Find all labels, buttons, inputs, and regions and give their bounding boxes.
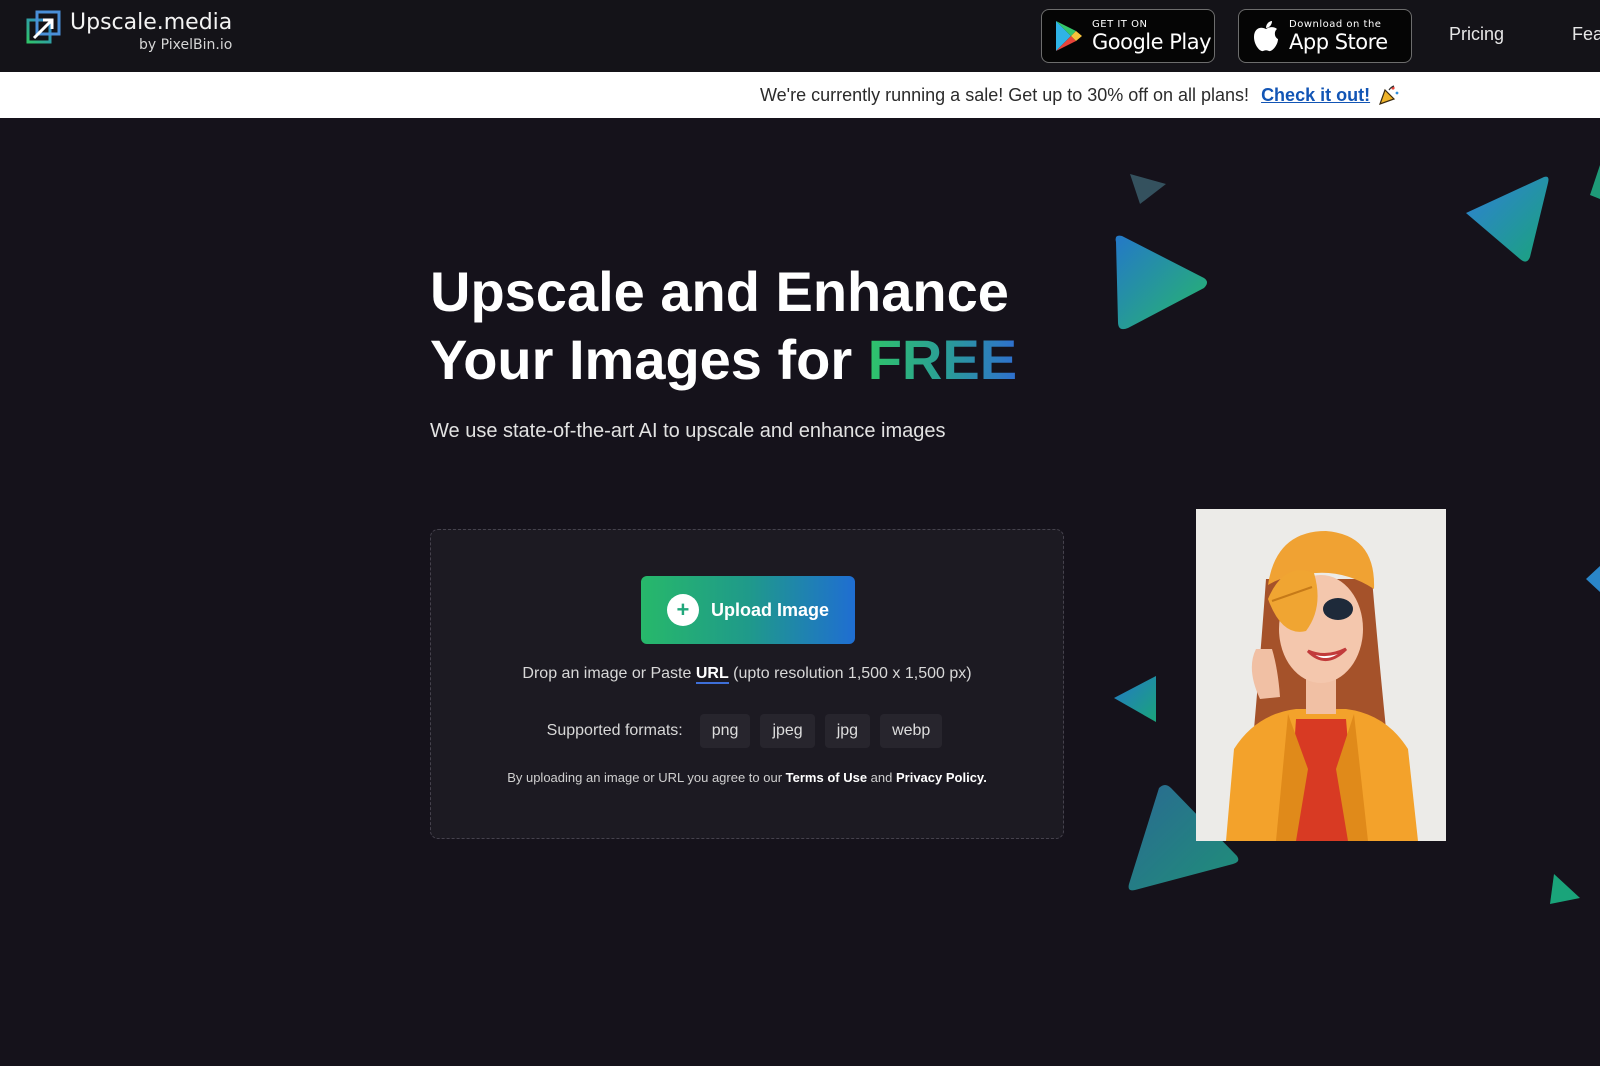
upload-dropzone[interactable]: + Upload Image Drop an image or Paste UR… — [430, 529, 1064, 839]
banner-text: We're currently running a sale! Get up t… — [760, 84, 1250, 105]
google-play-small: GET IT ON — [1092, 18, 1148, 30]
hero-title-free: FREE — [867, 328, 1018, 391]
format-chip: webp — [880, 714, 943, 748]
hero-title-line2: Your Images for — [430, 328, 868, 391]
hero-subtitle: We use state-of-the-art AI to upscale an… — [430, 420, 946, 442]
formats-label: Supported formats: — [546, 722, 683, 739]
legal-notice: By uploading an image or URL you agree t… — [431, 770, 1063, 785]
drop-instructions: Drop an image or Paste URL (upto resolut… — [431, 665, 1063, 684]
plus-icon: + — [666, 594, 699, 626]
decorative-triangle — [1130, 174, 1166, 204]
legal-prefix: By uploading an image or URL you agree t… — [507, 770, 786, 785]
format-chip: png — [699, 714, 751, 748]
logo-subtitle: by PixelBin.io — [139, 37, 233, 53]
decorative-triangle — [1115, 235, 1207, 330]
paste-url-link[interactable]: URL — [695, 665, 729, 684]
upload-image-button[interactable]: + Upload Image — [641, 576, 855, 644]
supported-formats: Supported formats: png jpeg jpg webp — [431, 714, 1063, 748]
drop-prefix: Drop an image or Paste — [522, 665, 696, 682]
sample-photo — [1196, 509, 1446, 841]
drop-suffix: (upto resolution 1,500 x 1,500 px) — [728, 665, 972, 682]
app-store-button[interactable]: Download on the App Store — [1238, 9, 1412, 63]
app-store-big: App Store — [1289, 29, 1388, 54]
woman-portrait-image — [1196, 509, 1446, 841]
nav-features[interactable]: Fea — [1572, 24, 1600, 45]
privacy-policy-link[interactable]: Privacy Policy. — [896, 770, 987, 785]
apple-icon — [1254, 21, 1278, 52]
decorative-triangle — [1550, 874, 1580, 904]
banner-check-it-out-link[interactable]: Check it out! — [1261, 85, 1370, 106]
hero-title: Upscale and Enhance Your Images for FREE — [430, 258, 1017, 394]
party-popper-icon — [1379, 85, 1399, 105]
sale-banner: We're currently running a sale! Get up t… — [0, 72, 1600, 118]
decorative-triangle — [1114, 676, 1156, 722]
decorative-triangle — [1586, 566, 1600, 592]
google-play-big: Google Play — [1092, 29, 1212, 54]
upload-button-label: Upload Image — [710, 599, 830, 620]
upscale-arrow-icon — [26, 10, 61, 44]
nav-pricing[interactable]: Pricing — [1449, 24, 1504, 45]
top-navbar: Upscale.media by PixelBin.io GET IT ON G… — [0, 0, 1600, 72]
format-chip: jpeg — [760, 714, 815, 748]
logo-name: Upscale.media — [70, 10, 233, 35]
format-chip: jpg — [824, 714, 871, 748]
decorative-triangle — [1466, 176, 1549, 262]
google-play-icon — [1056, 21, 1082, 51]
hero-title-line1: Upscale and Enhance — [430, 260, 1009, 323]
legal-and: and — [867, 770, 896, 785]
logo[interactable]: Upscale.media by PixelBin.io — [26, 10, 232, 53]
google-play-button[interactable]: GET IT ON Google Play — [1041, 9, 1215, 63]
decorative-triangle — [1590, 165, 1600, 199]
app-store-small: Download on the — [1289, 18, 1382, 30]
terms-of-use-link[interactable]: Terms of Use — [786, 770, 867, 785]
